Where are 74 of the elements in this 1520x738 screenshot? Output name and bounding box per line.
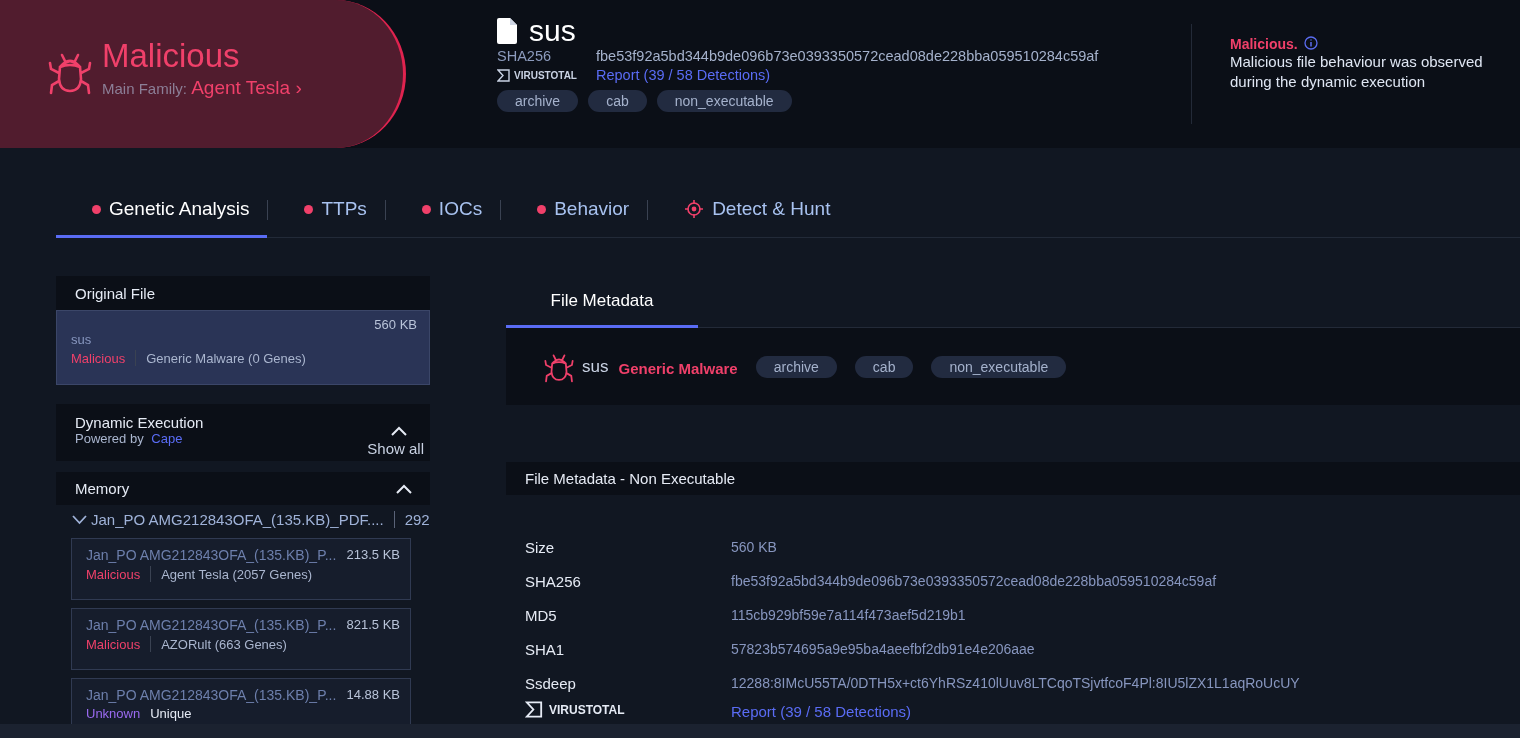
- family-link[interactable]: Agent Tesla ›: [191, 77, 302, 98]
- field-label: SHA256: [524, 572, 582, 590]
- field-value: fbe53f92a5bd344b9de096b73e0393350572cead08de228bba059510284c59af: [731, 573, 1217, 589]
- virustotal-logo: VIRUSTOTAL: [497, 66, 596, 85]
- tab[interactable]: TTPs: [268, 183, 385, 238]
- verdict-title: Malicious: [102, 37, 241, 75]
- verdict-label: Unknown: [86, 706, 141, 721]
- field-value: 12288:8IMcU55TA/0DTH5x+ct6YhRSz410lUuv8LTCqoTSjvtfcoF4Pl:8IU5lZX1L1aqRoUcUY: [731, 675, 1300, 691]
- provider-link[interactable]: Cape: [151, 431, 183, 446]
- verdict-label: Malicious: [86, 636, 141, 652]
- powered-by-label: Powered by: [75, 431, 144, 446]
- tab[interactable]: Detect & Hunt: [648, 183, 849, 238]
- show-all-button[interactable]: Show all: [367, 414, 424, 457]
- tag: cab: [854, 355, 914, 378]
- dot-icon: [421, 204, 431, 214]
- family-label: AZORult (663 Genes): [161, 636, 287, 652]
- file-name: sus: [71, 332, 93, 347]
- tag: non_executable: [931, 355, 1067, 378]
- section-title: File Metadata - Non Executable: [525, 470, 736, 487]
- family-label: Unique: [150, 706, 192, 721]
- tag: cab: [588, 90, 647, 112]
- report-link[interactable]: Report (39 / 58 Detections): [596, 66, 771, 85]
- family-label: Agent Tesla (2057 Genes): [161, 566, 312, 582]
- family-label: Generic Malware (0 Genes): [146, 350, 306, 366]
- field-label: MD5: [524, 606, 558, 624]
- file-name: Jan_PO AMG212843OFA_(135.KB)_P...: [86, 547, 337, 563]
- memory-item[interactable]: Jan_PO AMG212843OFA_(135.KB)_P... 821.5 KB Malicious AZORult (663 Genes): [71, 608, 411, 670]
- field-value: 57823b574695a9e95ba4aeefbf2db91e4e206aae: [731, 641, 1035, 657]
- tab[interactable]: IOCs: [385, 183, 501, 238]
- verdict-label: Malicious: [71, 350, 126, 366]
- family-label: Main Family:: [102, 80, 187, 97]
- field-label: SHA1: [524, 640, 566, 658]
- report-link[interactable]: Report (39 / 58 Detections): [731, 702, 912, 720]
- tab[interactable]: Behavior: [501, 183, 648, 238]
- collapse-icon[interactable]: [396, 483, 412, 494]
- file-name: sus: [582, 356, 609, 377]
- tab[interactable]: Genetic Analysis: [56, 183, 268, 238]
- file-icon: [497, 18, 517, 44]
- process-name: Jan_PO AMG212843OFA_(135.KB)_PDF....: [91, 511, 384, 528]
- tag: archive: [755, 355, 837, 378]
- info-icon[interactable]: [1303, 36, 1318, 50]
- verdict-description: Malicious file behaviour was observed during the dynamic execution: [1230, 52, 1484, 92]
- collapse-icon: [391, 426, 407, 436]
- file-size: 213.5 KB: [346, 547, 400, 563]
- hash-label: SHA256: [497, 47, 552, 66]
- tag: archive: [497, 90, 579, 112]
- memory-item[interactable]: Jan_PO AMG212843OFA_(135.KB)_P... 213.5 KB Malicious Agent Tesla (2057 Genes): [71, 538, 411, 600]
- field-label: Ssdeep: [524, 674, 577, 692]
- target-icon: [684, 199, 705, 219]
- field-value: 115cb929bf59e7a114f473aef5d219b1: [731, 607, 966, 623]
- virustotal-logo: VIRUSTOTAL: [525, 701, 625, 718]
- file-size: 821.5 KB: [346, 617, 400, 633]
- tag: non_executable: [656, 90, 792, 112]
- file-size: 560 KB: [374, 317, 417, 332]
- file-item[interactable]: 560 KB sus Malicious Generic Malware (0 Genes): [56, 310, 430, 385]
- process-count: 292: [404, 511, 430, 528]
- dot-icon: [537, 204, 547, 214]
- file-name: Jan_PO AMG212843OFA_(135.KB)_P...: [86, 687, 337, 703]
- panel-title: Dynamic Execution: [75, 414, 204, 431]
- family-label: Generic Malware: [618, 360, 738, 377]
- hash-value: fbe53f92a5bd344b9de096b73e0393350572cead08de228bba059510284c59af: [596, 47, 1099, 66]
- field-label: Size: [524, 538, 556, 556]
- panel-title: Memory: [75, 480, 130, 497]
- verdict-label: Malicious: [86, 566, 141, 582]
- panel-title: Original File: [75, 284, 156, 302]
- chevron-icon[interactable]: [72, 514, 87, 525]
- memory-item[interactable]: Jan_PO AMG212843OFA_(135.KB)_P... 14.88 KB Unknown Unique: [71, 678, 411, 724]
- file-name: sus: [529, 15, 576, 47]
- field-value: 560 KB: [731, 539, 777, 555]
- verdict-label: Malicious.: [1230, 36, 1298, 52]
- dot-icon: [92, 204, 101, 214]
- file-size: 14.88 KB: [346, 687, 400, 703]
- dot-icon: [304, 204, 314, 214]
- file-name: Jan_PO AMG212843OFA_(135.KB)_P...: [86, 617, 337, 633]
